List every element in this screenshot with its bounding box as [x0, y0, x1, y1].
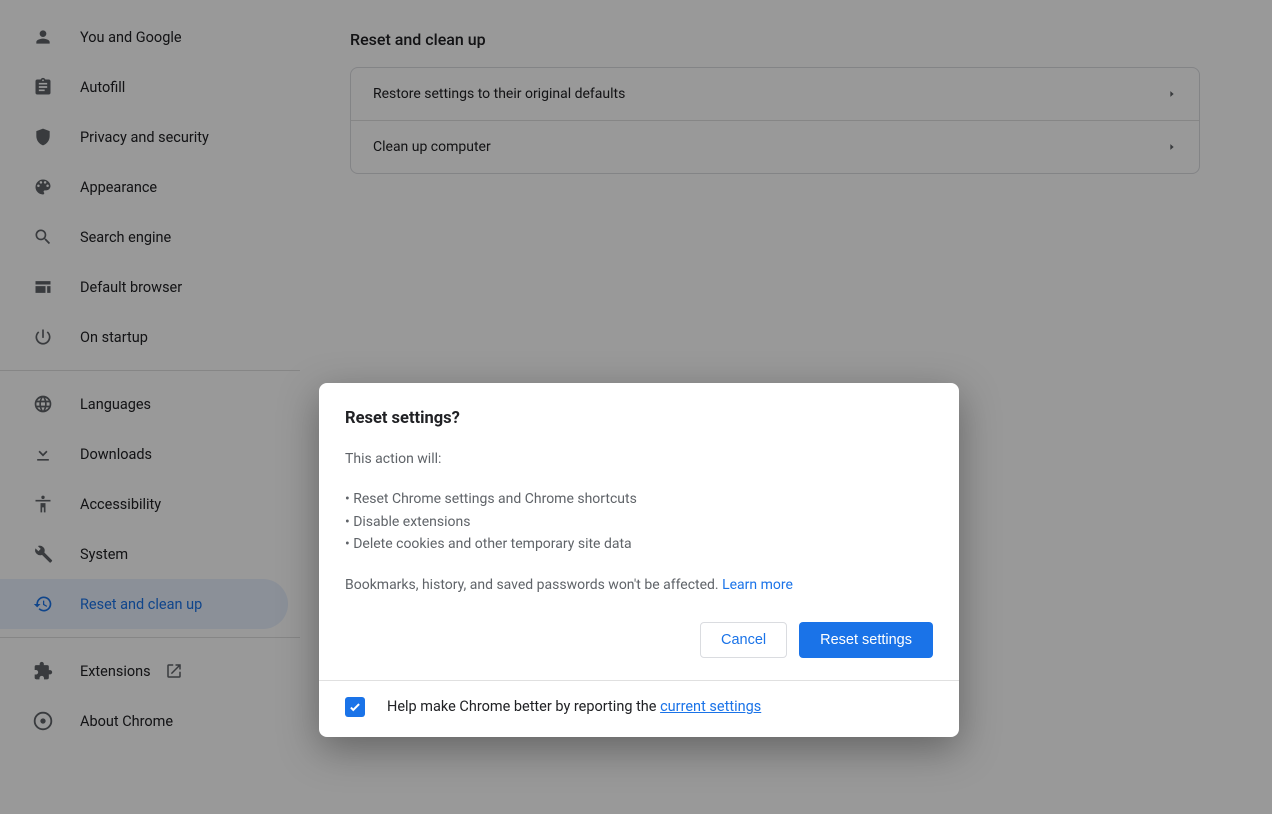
dialog-note: Bookmarks, history, and saved passwords … — [345, 574, 933, 596]
dialog-text: This action will: Reset Chrome settings … — [345, 448, 933, 596]
current-settings-link[interactable]: current settings — [660, 698, 761, 715]
report-settings-checkbox[interactable] — [345, 697, 365, 717]
reset-settings-dialog: Reset settings? This action will: Reset … — [319, 383, 959, 737]
learn-more-link[interactable]: Learn more — [719, 577, 793, 593]
dialog-title: Reset settings? — [345, 409, 933, 428]
cancel-button[interactable]: Cancel — [700, 622, 787, 658]
reset-settings-button[interactable]: Reset settings — [799, 622, 933, 658]
dialog-bullet: Reset Chrome settings and Chrome shortcu… — [345, 488, 933, 510]
dialog-bullet: Delete cookies and other temporary site … — [345, 533, 933, 555]
dialog-footer-text: Help make Chrome better by reporting the… — [387, 698, 761, 715]
dialog-intro: This action will: — [345, 448, 933, 470]
dialog-bullet: Disable extensions — [345, 511, 933, 533]
